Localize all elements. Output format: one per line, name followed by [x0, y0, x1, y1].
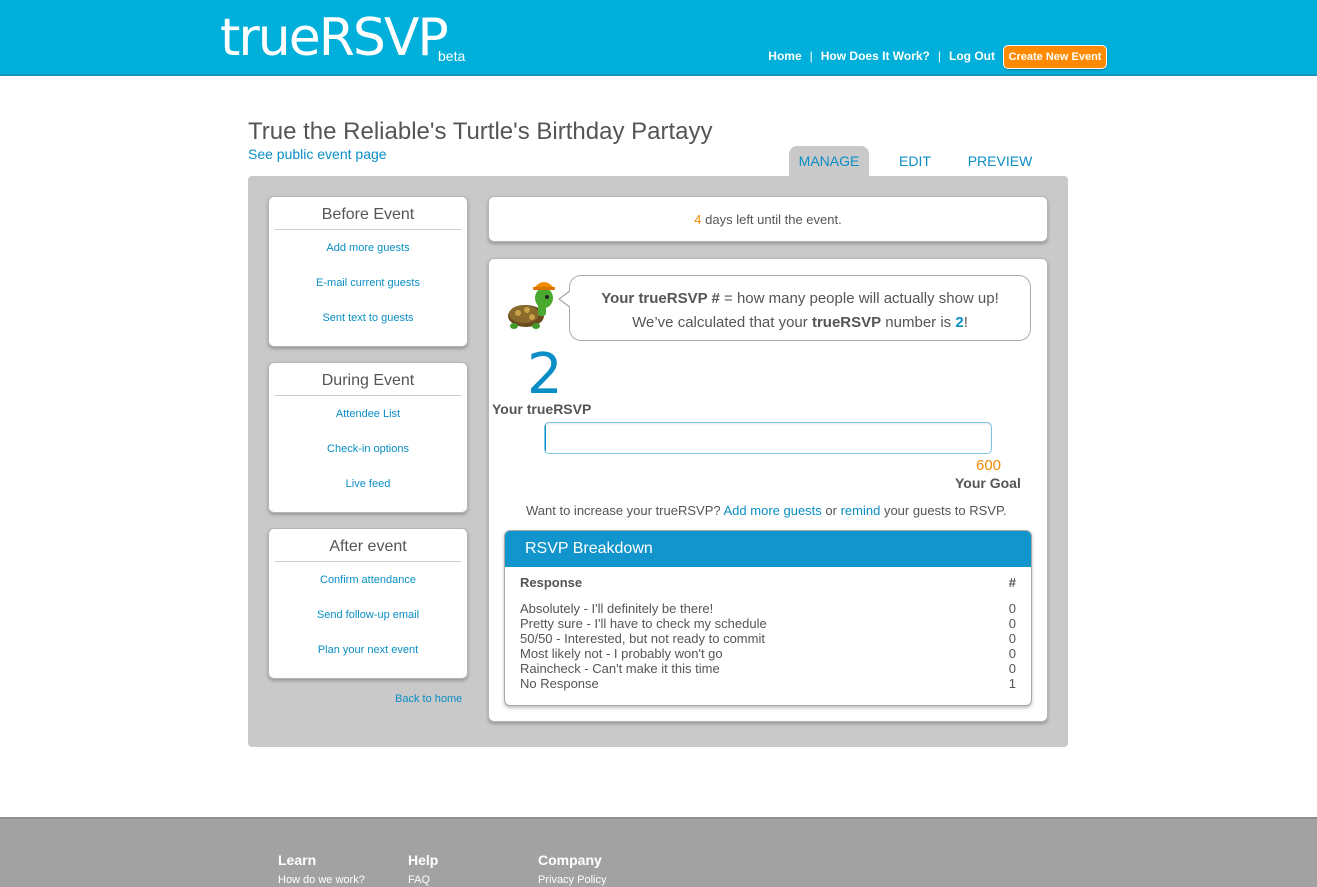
response-label: No Response: [520, 676, 599, 691]
bubble-line1-text: = how many people will actually show up!: [719, 290, 999, 307]
days-left-count: 4: [694, 212, 702, 227]
sent-text-to-guests-link[interactable]: Sent text to guests: [269, 301, 467, 336]
nav-separator: |: [809, 49, 813, 63]
goal-progress-fill: [545, 423, 547, 453]
response-count: 0: [1008, 661, 1016, 676]
footer-learn-heading: Learn: [278, 852, 317, 868]
response-count: 0: [1008, 616, 1016, 631]
top-nav: Home | How Does It Work? | Log Out: [768, 49, 995, 63]
response-count: 0: [1008, 631, 1016, 646]
response-count: 1: [1008, 676, 1016, 691]
increase-mid: or: [821, 503, 841, 518]
logo[interactable]: trueRSVP: [220, 10, 449, 66]
countdown-box: 4 days left until the event.: [488, 196, 1048, 242]
increase-prompt: Want to increase your trueRSVP? Add more…: [526, 503, 1007, 518]
footer: Learn How do we work? Help FAQ Company P…: [0, 817, 1317, 887]
tab-preview[interactable]: PREVIEW: [959, 146, 1041, 176]
email-current-guests-link[interactable]: E-mail current guests: [269, 266, 467, 301]
goal-label: Your Goal: [955, 475, 1021, 491]
before-event-box: Before Event Add more guests E-mail curr…: [268, 196, 468, 347]
page-title: True the Reliable's Turtle's Birthday Pa…: [248, 118, 713, 145]
send-follow-up-email-link[interactable]: Send follow-up email: [269, 598, 467, 633]
footer-help-column: Help FAQ: [408, 852, 438, 886]
create-new-event-button[interactable]: Create New Event: [1003, 45, 1107, 69]
rsvp-breakdown-heading: RSVP Breakdown: [505, 531, 1031, 567]
footer-faq-link[interactable]: FAQ: [408, 874, 438, 886]
before-event-heading: Before Event: [275, 197, 461, 230]
back-to-home-link[interactable]: Back to home: [395, 693, 462, 705]
after-event-box: After event Confirm attendance Send foll…: [268, 528, 468, 679]
nav-how-it-works-link[interactable]: How Does It Work?: [821, 49, 930, 63]
footer-privacy-policy-link[interactable]: Privacy Policy: [538, 874, 606, 886]
rsvp-breakdown-table: Response # Absolutely - I'll definitely …: [505, 567, 1031, 691]
table-row: Absolutely - I'll definitely be there! 0: [520, 601, 1016, 616]
plan-next-event-link[interactable]: Plan your next event: [269, 633, 467, 668]
bubble-line2-mid: number is: [881, 314, 956, 331]
column-header-response: Response: [520, 575, 583, 590]
live-feed-link[interactable]: Live feed: [269, 467, 467, 502]
logo-beta-label: beta: [438, 48, 466, 64]
rsvp-breakdown-box: RSVP Breakdown Response # Absolutely - I…: [504, 530, 1032, 706]
tab-edit[interactable]: EDIT: [889, 146, 941, 176]
days-left-text: days left until the event.: [701, 212, 842, 227]
speech-bubble: Your trueRSVP # = how many people will a…: [569, 275, 1031, 341]
add-more-guests-link[interactable]: Add more guests: [269, 231, 467, 266]
nav-logout-link[interactable]: Log Out: [949, 49, 995, 63]
truersvp-label: Your trueRSVP: [492, 401, 592, 417]
confirm-attendance-link[interactable]: Confirm attendance: [269, 563, 467, 598]
attendee-list-link[interactable]: Attendee List: [269, 397, 467, 432]
response-label: Raincheck - Can't make it this time: [520, 661, 720, 676]
response-count: 0: [1008, 601, 1016, 616]
response-label: Most likely not - I probably won't go: [520, 646, 723, 661]
footer-learn-column: Learn How do we work?: [278, 852, 365, 886]
response-label: 50/50 - Interested, but not ready to com…: [520, 631, 765, 646]
response-label: Pretty sure - I'll have to check my sche…: [520, 616, 767, 631]
nav-separator: |: [937, 49, 942, 63]
top-bar: trueRSVP beta Home | How Does It Work? |…: [0, 0, 1317, 76]
table-row: No Response 1: [520, 676, 1016, 691]
bubble-line2-text: We’ve calculated that your: [632, 314, 812, 331]
bubble-truersvp-word: trueRSVP: [811, 314, 882, 331]
turtle-mascot-icon: [508, 282, 555, 329]
footer-company-column: Company Privacy Policy: [538, 852, 606, 886]
bubble-line2-end: !: [963, 314, 968, 331]
footer-help-heading: Help: [408, 852, 439, 868]
event-tabs: MANAGE EDIT PREVIEW: [789, 146, 1041, 176]
after-event-heading: After event: [275, 529, 461, 562]
increase-prefix: Want to increase your trueRSVP?: [526, 503, 724, 518]
bubble-number: 2: [955, 314, 964, 331]
nav-home-link[interactable]: Home: [768, 49, 801, 63]
goal-progress-bar: [544, 422, 992, 454]
table-header-row: Response #: [520, 575, 1016, 591]
column-header-count: #: [1008, 575, 1016, 590]
during-event-box: During Event Attendee List Check-in opti…: [268, 362, 468, 513]
tab-manage[interactable]: MANAGE: [789, 146, 869, 176]
check-in-options-link[interactable]: Check-in options: [269, 432, 467, 467]
response-count: 0: [1008, 646, 1016, 661]
speech-bubble-tail-inner: [560, 291, 571, 307]
bubble-bold-label: Your trueRSVP #: [601, 290, 720, 307]
truersvp-number: 2: [527, 342, 563, 407]
goal-number: 600: [976, 457, 1002, 474]
public-event-page-link[interactable]: See public event page: [248, 146, 387, 162]
add-more-guests-inline-link[interactable]: Add more guests: [724, 503, 822, 518]
table-row: Raincheck - Can't make it this time 0: [520, 661, 1016, 676]
during-event-heading: During Event: [275, 363, 461, 396]
table-row: Most likely not - I probably won't go 0: [520, 646, 1016, 661]
remind-guests-link[interactable]: remind: [841, 503, 881, 518]
increase-suffix: your guests to RSVP.: [880, 503, 1007, 518]
footer-company-heading: Company: [538, 852, 602, 868]
footer-how-we-work-link[interactable]: How do we work?: [278, 874, 365, 886]
table-row: 50/50 - Interested, but not ready to com…: [520, 631, 1016, 646]
response-label: Absolutely - I'll definitely be there!: [520, 601, 714, 616]
table-row: Pretty sure - I'll have to check my sche…: [520, 616, 1016, 631]
